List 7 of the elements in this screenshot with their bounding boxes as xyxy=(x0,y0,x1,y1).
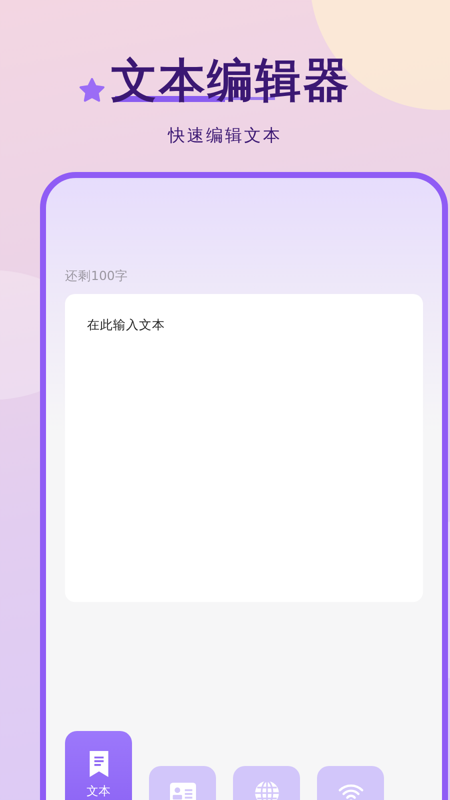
star-icon xyxy=(79,78,105,104)
id-card-icon xyxy=(170,780,196,800)
tab[interactable]: 文本 xyxy=(65,731,132,800)
globe-icon xyxy=(254,780,280,800)
app-subtitle: 快速编辑文本 xyxy=(168,125,282,147)
remaining-count: 还剩100字 xyxy=(65,268,129,285)
text-input-field[interactable]: 在此输入文本 xyxy=(65,294,423,602)
